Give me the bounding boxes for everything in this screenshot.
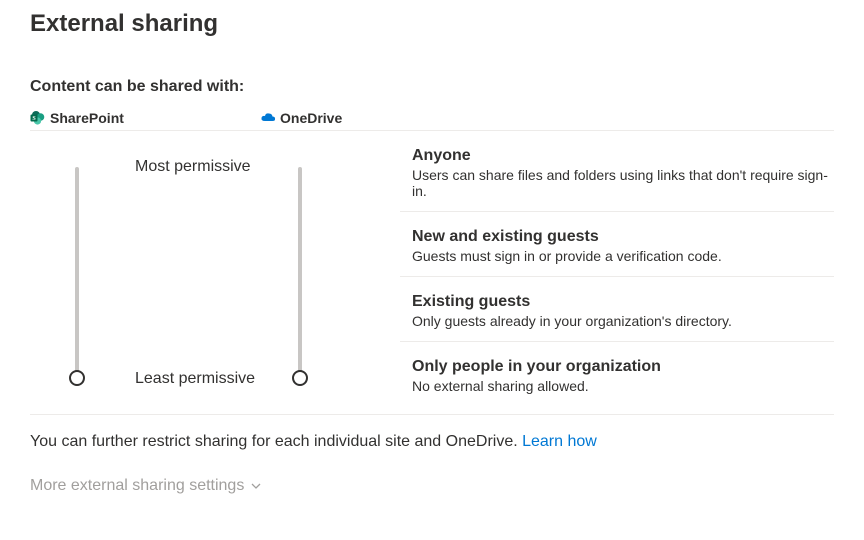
more-external-sharing-settings[interactable]: More external sharing settings <box>30 477 834 495</box>
level-desc: Only guests already in your organization… <box>412 313 834 329</box>
section-title: Content can be shared with: <box>30 78 834 96</box>
product-sharepoint-label: SharePoint <box>50 110 124 126</box>
product-onedrive: OneDrive <box>260 110 490 130</box>
level-title: New and existing guests <box>412 228 834 246</box>
footer-text: You can further restrict sharing for eac… <box>30 433 834 451</box>
more-settings-label: More external sharing settings <box>30 477 244 495</box>
sharepoint-slider-handle[interactable] <box>69 370 85 386</box>
sharing-levels: Anyone Users can share files and folders… <box>400 131 834 406</box>
level-new-existing-guests: New and existing guests Guests must sign… <box>400 212 834 277</box>
level-desc: No external sharing allowed. <box>412 378 834 394</box>
onedrive-slider-track[interactable] <box>298 167 302 382</box>
level-title: Anyone <box>412 147 834 165</box>
product-sharepoint: S SharePoint <box>30 110 260 130</box>
sharepoint-icon: S <box>30 110 46 126</box>
least-permissive-label: Least permissive <box>135 370 255 388</box>
level-desc: Guests must sign in or provide a verific… <box>412 248 834 264</box>
sharing-slider-area: Most permissive Least permissive Anyone … <box>30 131 834 406</box>
sharepoint-slider-track[interactable] <box>75 167 79 382</box>
most-permissive-label: Most permissive <box>135 158 251 176</box>
divider <box>30 414 834 415</box>
learn-how-link[interactable]: Learn how <box>522 433 597 450</box>
level-only-org: Only people in your organization No exte… <box>400 342 834 406</box>
level-title: Existing guests <box>412 293 834 311</box>
level-anyone: Anyone Users can share files and folders… <box>400 131 834 212</box>
footer-static-text: You can further restrict sharing for eac… <box>30 433 522 450</box>
chevron-down-icon <box>250 480 262 492</box>
sliders-wrap: Most permissive Least permissive <box>30 131 400 406</box>
level-existing-guests: Existing guests Only guests already in y… <box>400 277 834 342</box>
onedrive-icon <box>260 110 276 126</box>
product-onedrive-label: OneDrive <box>280 110 342 126</box>
level-title: Only people in your organization <box>412 358 834 376</box>
level-desc: Users can share files and folders using … <box>412 167 834 199</box>
page-title: External sharing <box>30 10 834 38</box>
onedrive-slider-handle[interactable] <box>292 370 308 386</box>
products-header: S SharePoint OneDrive <box>30 110 834 131</box>
